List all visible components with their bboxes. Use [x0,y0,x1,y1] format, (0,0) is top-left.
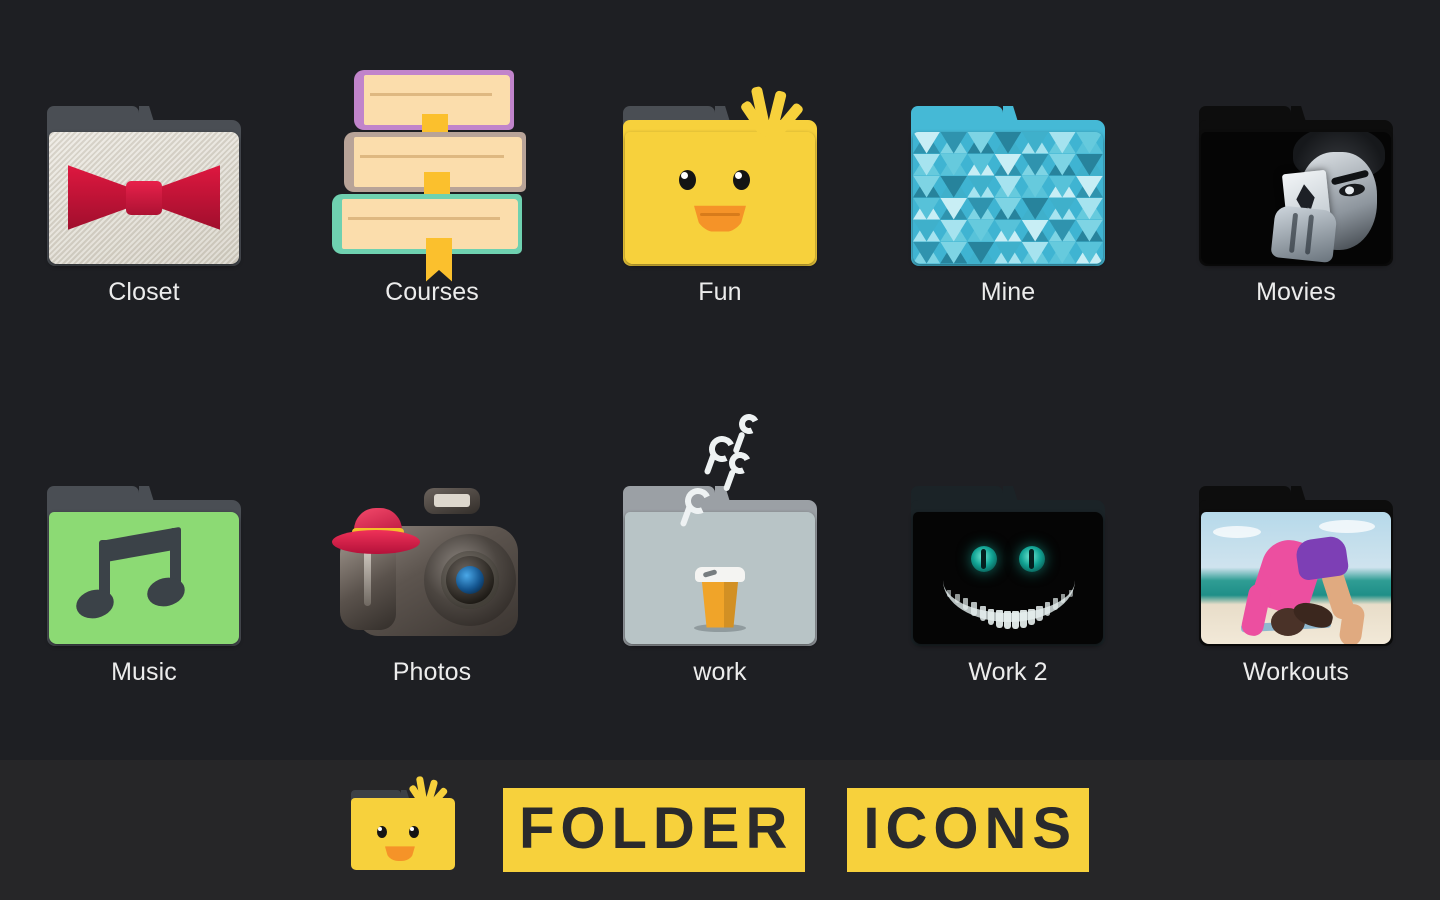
sun-hat-icon [332,507,420,554]
folder-item-photos[interactable]: Photos [296,456,568,685]
cat-eye-left-icon [971,545,997,572]
fabric-texture [49,131,239,264]
folder-body [49,131,239,264]
music-folder-art [44,456,244,646]
bow-tie-fabric-folder-icon [47,105,241,266]
coffee-cup-icon [701,577,739,628]
folder-item-courses[interactable]: Courses [296,69,568,306]
folder-label: Photos [392,657,472,686]
joker-portrait [1201,131,1391,264]
folder-body [913,511,1103,644]
bookmark-icon [426,237,452,282]
camera-viewfinder [424,487,480,514]
book-purple [354,69,514,158]
mine-folder-art [908,76,1108,266]
cheshire-cat-folder-icon [911,485,1105,646]
movies-folder-art [1196,76,1396,266]
folder-label: Fun [698,277,742,306]
folder-label: Mine [980,277,1036,306]
chick-eye-right-icon [733,169,750,190]
folder-item-closet[interactable]: Closet [8,76,280,305]
beach-yoga-backbend-folder-icon [1199,485,1393,646]
bow-tie-icon [68,163,220,233]
folder-body [1201,511,1391,644]
folder-grid: Closet Courses Fun Mine Movies Music Pho… [0,0,1440,760]
cheshire-cat-face [913,511,1103,644]
book-taupe [344,131,526,228]
folder-label: Music [111,657,177,686]
folder-icons-gallery: Closet Courses Fun Mine Movies Music Pho… [0,0,1440,900]
yoga-shorts [1294,534,1350,581]
photos-folder-art [332,456,532,646]
cat-eye-right-icon [1019,545,1045,572]
music-note-icon [49,511,239,644]
chick-face [625,131,815,264]
chick-eye-left-icon [679,169,696,190]
folder-item-music[interactable]: Music [8,456,280,685]
folder-body [913,131,1103,264]
folder-item-movies[interactable]: Movies [1160,76,1432,305]
folder-label: Workouts [1243,657,1349,686]
paper-texture [625,511,815,644]
beach-photo [1201,511,1391,644]
folder-label: Movies [1256,277,1336,306]
low-poly-triangles-folder-icon [911,105,1105,266]
joker-hand [1270,204,1338,263]
coffee-lid [695,566,745,582]
folder-label: Work 2 [968,657,1048,686]
folder-label: Courses [385,277,479,306]
folder-body [625,511,815,644]
chick-face-folder-icon [623,85,817,266]
folder-item-mine[interactable]: Mine [872,76,1144,305]
work-folder-art [620,410,820,646]
coffee-cup-steam-folder-icon [623,410,817,646]
chick-beak-icon [694,205,746,232]
folder-item-work-2[interactable]: Work 2 [872,456,1144,685]
footer-bar: FOLDER ICONS [0,760,1440,900]
courses-folder-art [332,69,532,282]
wordmark: FOLDER ICONS [502,788,1090,872]
camera-lens-icon [424,533,516,626]
wordmark-icons: ICONS [847,788,1090,872]
chick-hair-icon [735,78,811,140]
fun-folder-art [620,76,820,266]
folder-item-fun[interactable]: Fun [584,76,856,305]
low-poly-pattern [913,131,1103,264]
folder-body [625,131,815,264]
music-note-folder-icon [47,485,241,646]
joker-folder-icon [1199,105,1393,266]
work-2-folder-art [908,456,1108,646]
book-green [332,193,522,282]
folder-item-work[interactable]: work [584,410,856,686]
folder-label: Closet [108,277,180,306]
folder-body [49,511,239,644]
folder-body [1201,131,1391,264]
folder-label: work [693,657,747,686]
chick-folder-logo-icon [350,775,455,870]
closet-folder-art [44,76,244,266]
wordmark-folder: FOLDER [502,788,806,872]
book-stack-folder-icon [332,69,532,282]
folder-item-workouts[interactable]: Workouts [1160,456,1432,685]
dslr-camera-with-hat-folder-icon [332,487,532,640]
workouts-folder-art [1196,456,1396,646]
